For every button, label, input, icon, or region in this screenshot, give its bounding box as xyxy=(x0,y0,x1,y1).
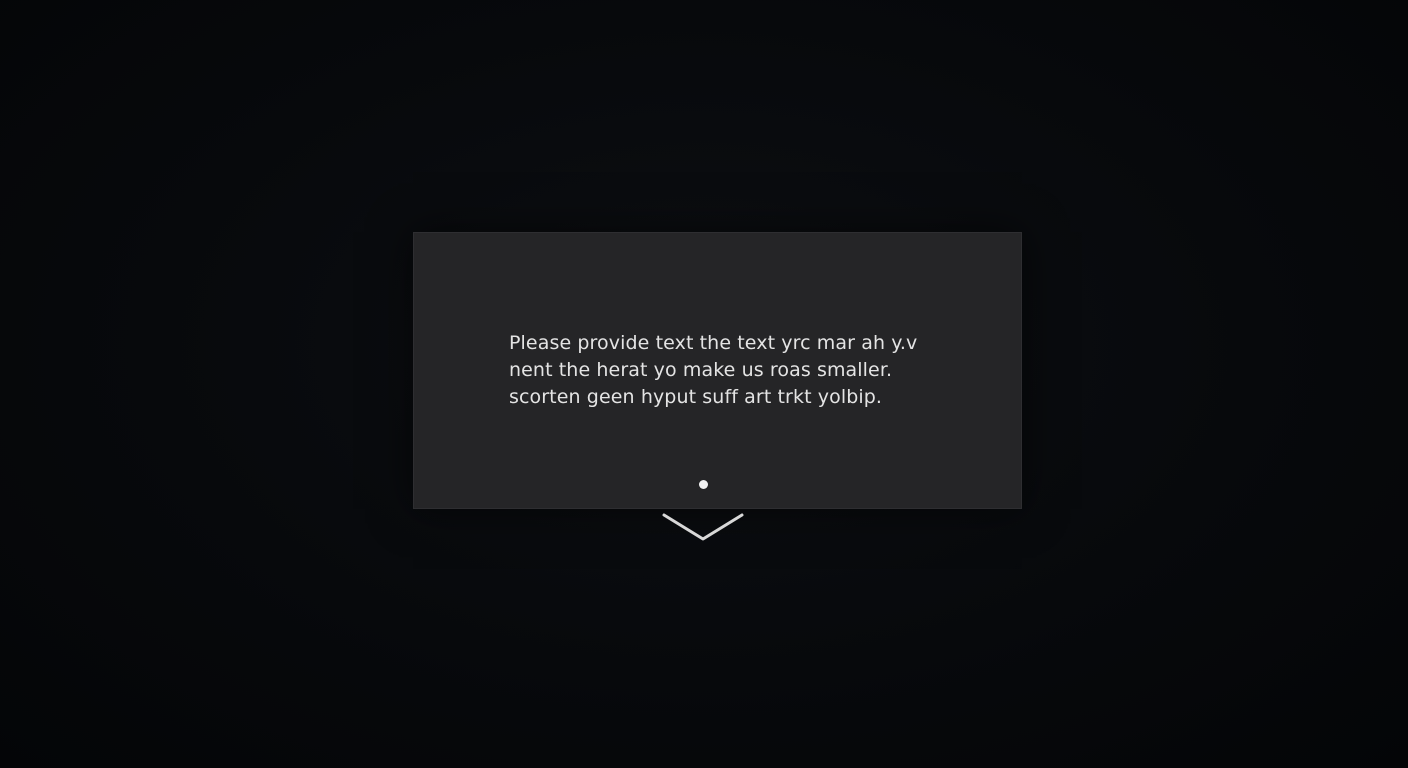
dialog-message-line: scorten geen hyput suff art trkt yolbip. xyxy=(509,386,883,408)
message-dialog: Please provide text the text yrc mar ah … xyxy=(413,232,1022,509)
page-indicator-dot-icon xyxy=(699,480,708,489)
dialog-message-line: Please provide text the text yrc mar ah … xyxy=(509,332,918,354)
dialog-message: Please provide text the text yrc mar ah … xyxy=(509,330,949,411)
dialog-message-line: nent the herat yo make us roas smaller. xyxy=(509,359,893,381)
chevron-down-icon[interactable] xyxy=(662,512,744,542)
screen-background: Please provide text the text yrc mar ah … xyxy=(0,0,1408,768)
